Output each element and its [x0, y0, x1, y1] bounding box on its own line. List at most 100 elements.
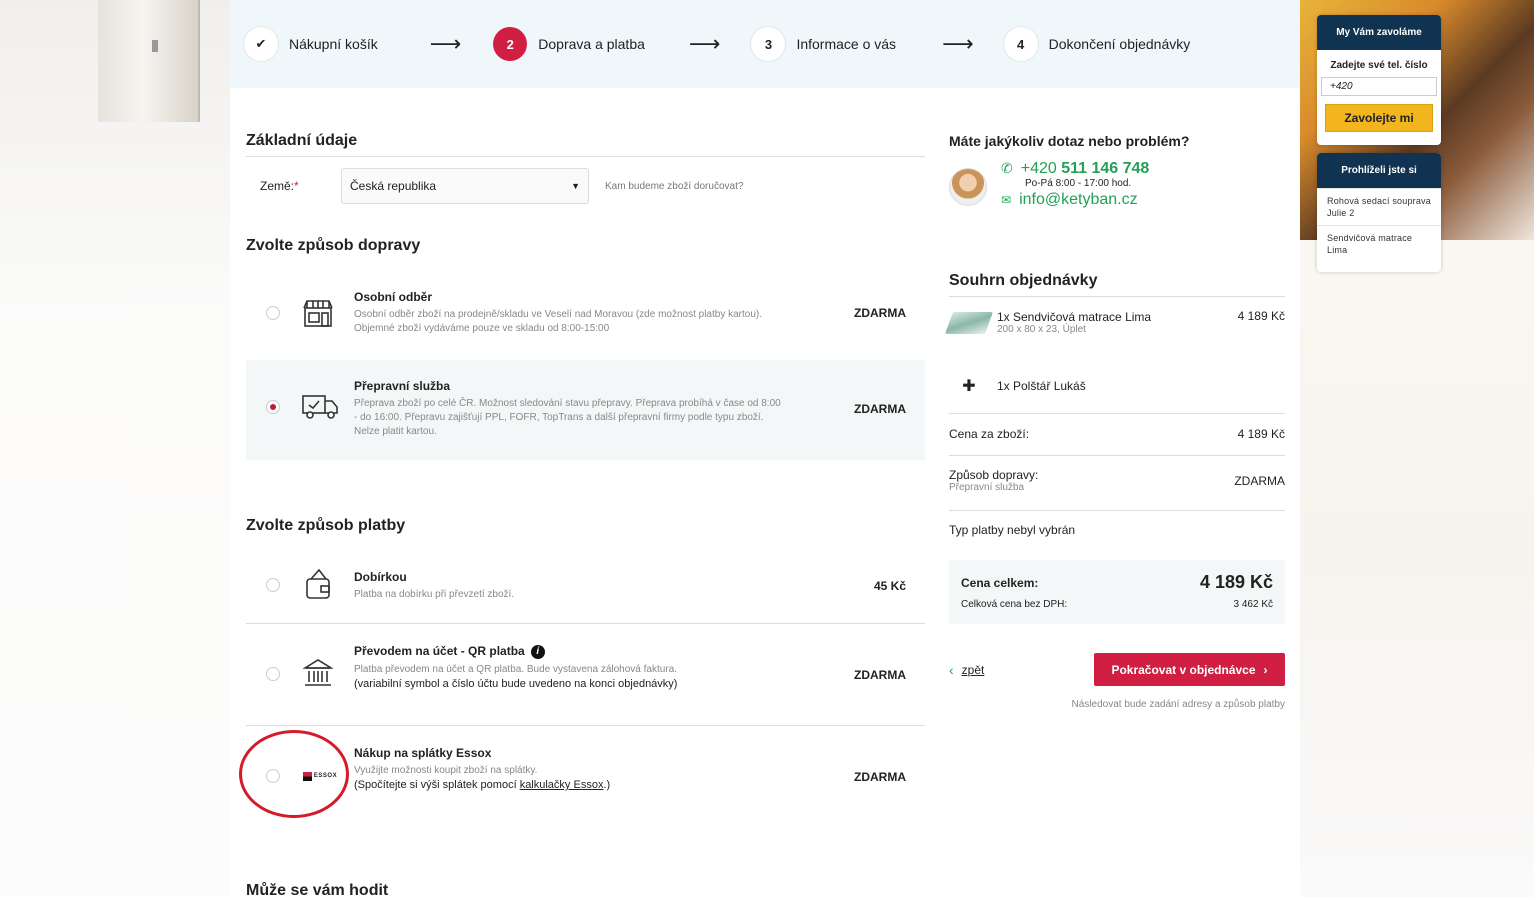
- net-row: Celková cena bez DPH: 3 462 Kč: [961, 599, 1273, 610]
- callback-widget: My Vám zavoláme Zadejte své tel. číslo +…: [1317, 15, 1441, 145]
- caret-down-icon: ▼: [571, 181, 580, 191]
- country-select-value: Česká republika: [350, 179, 437, 193]
- item-price: 4 189 Kč: [1237, 308, 1285, 323]
- option-price: ZDARMA: [854, 770, 906, 784]
- mattress-thumbnail: [944, 311, 994, 334]
- option-price: ZDARMA: [854, 402, 906, 416]
- item-name: 1x Sendvičová matrace Lima: [997, 310, 1152, 324]
- avatar: [949, 168, 987, 206]
- option-title: Dobírkou: [354, 570, 407, 584]
- total-box: Cena celkem: 4 189 Kč Celková cena bez DP…: [949, 560, 1285, 624]
- radio-pickup[interactable]: [266, 306, 280, 320]
- option-desc: Osobní odběr zboží na prodejně/skladu ve…: [354, 309, 763, 334]
- section-title-payment: Zvolte způsob platby: [246, 517, 406, 534]
- desc-text: .): [603, 779, 611, 791]
- phone-number: 511 146 748: [1061, 160, 1150, 177]
- viewed-item[interactable]: Rohová sedací souprava Julie 2: [1317, 188, 1441, 225]
- item-text: 1x Sendvičová matrace Lima 200 x 80 x 23,…: [997, 310, 1151, 335]
- option-desc-secondary: (variabilní symbol a číslo účtu bude uve…: [354, 677, 678, 690]
- option-price: ZDARMA: [854, 306, 906, 320]
- total-value: 4 189 Kč: [1199, 572, 1273, 592]
- delivery-body: Přepravní služba Přeprava zboží po celé …: [354, 379, 784, 439]
- phone-icon: ✆: [1001, 160, 1013, 176]
- summary-item: 1x Sendvičová matrace Lima 200 x 80 x 23,…: [944, 308, 1285, 335]
- dresser-image: [98, 0, 200, 122]
- back-link[interactable]: zpět: [962, 663, 985, 677]
- divider: [246, 156, 925, 157]
- payment-option-transfer[interactable]: Převodem na účet - QR platba i Platba pře…: [246, 626, 925, 724]
- section-title-basic: Základní údaje: [246, 132, 358, 149]
- goods-value: 4 189 Kč: [1237, 427, 1285, 441]
- phone-prefix: +420: [1020, 160, 1062, 177]
- section-title-more: Může se vám hodit: [246, 882, 389, 897]
- net-value: 3 462 Kč: [1233, 599, 1273, 610]
- arrow-right-icon: ⟶: [942, 31, 974, 56]
- continue-button[interactable]: Pokračovat v objednávce ›: [1094, 653, 1285, 686]
- option-title: Převodem na účet - QR platba: [354, 644, 525, 658]
- viewed-item[interactable]: Sendvičová matrace Lima: [1317, 225, 1441, 262]
- plus-icon: ✚: [962, 378, 976, 395]
- contact-title: Máte jakýkoliv dotaz nebo problém?: [949, 133, 1190, 149]
- email-line[interactable]: ✉ info@ketyban.cz: [1001, 191, 1149, 209]
- step-cart[interactable]: ✔ Nákupní košík: [244, 27, 378, 61]
- step-number: 4: [1003, 27, 1038, 61]
- step-label: Informace o vás: [796, 36, 897, 52]
- bank-icon: [300, 657, 336, 689]
- radio-cod[interactable]: [266, 578, 280, 592]
- contact-box: ✆ +420 511 146 748 Po-Pá 8:00 - 17:00 hod…: [949, 160, 1285, 209]
- country-row: Země:* Česká republika ▼ Kam budeme zboží…: [246, 168, 926, 204]
- opening-hours: Po-Pá 8:00 - 17:00 hod.: [1025, 178, 1132, 189]
- shipping-label: Způsob dopravy:: [949, 468, 1039, 482]
- country-label: Země:*: [246, 179, 341, 193]
- net-label: Celková cena bez DPH:: [961, 599, 1068, 610]
- divider: [949, 296, 1285, 297]
- callback-title: My Vám zavoláme: [1317, 15, 1441, 50]
- option-desc: Přeprava zboží po celé ČR. Možnost sledo…: [354, 398, 781, 437]
- option-desc-secondary: (Spočítejte si výši splátek pomocí kalku…: [354, 778, 814, 792]
- callback-prompt: Zadejte své tel. číslo: [1330, 60, 1428, 71]
- option-desc: Platba na dobírku při převzetí zboží.: [354, 589, 515, 600]
- summary-item: ✚ 1x Polštář Lukáš: [949, 376, 1285, 396]
- country-select[interactable]: Česká republika ▼: [341, 168, 589, 204]
- item-variant: 200 x 80 x 23, Úplet: [997, 324, 1086, 335]
- callback-phone-input[interactable]: +420: [1321, 77, 1437, 96]
- phone-line[interactable]: ✆ +420 511 146 748: [1001, 160, 1149, 178]
- checkout-main: ✔ Nákupní košík ⟶ 2 Doprava a platba ⟶ 3 In…: [230, 0, 1300, 897]
- country-label-text: Země:: [260, 179, 295, 193]
- option-price: ZDARMA: [854, 668, 906, 682]
- divider: [949, 413, 1285, 414]
- check-icon: ✔: [244, 27, 278, 61]
- step-label: Nákupní košík: [289, 36, 378, 52]
- step-number: 3: [751, 27, 786, 61]
- radio-transfer[interactable]: [266, 667, 280, 681]
- step-info: 3 Informace o vás: [751, 27, 896, 61]
- divider: [246, 725, 925, 726]
- chevron-right-icon: ›: [1263, 662, 1268, 677]
- shipping-option-pickup[interactable]: Osobní odběr Osobní odběr zboží na prode…: [246, 270, 925, 356]
- truck-icon: [300, 391, 340, 423]
- option-desc: Využijte možnosti koupit zboží na splátk…: [354, 765, 538, 776]
- info-icon[interactable]: i: [530, 644, 545, 659]
- required-mark: *: [294, 179, 299, 193]
- radio-delivery[interactable]: [266, 400, 280, 414]
- store-icon: [300, 297, 336, 329]
- essox-calculator-link[interactable]: kalkulačky Essox: [520, 779, 604, 791]
- recently-viewed-title: Prohlíželi jste si: [1317, 153, 1441, 188]
- essox-body: Nákup na splátky Essox Využijte možnosti…: [354, 746, 814, 792]
- step-shipping-payment: 2 Doprava a platba: [493, 27, 645, 61]
- recently-viewed-widget: Prohlíželi jste si Rohová sedací souprav…: [1317, 153, 1441, 272]
- country-hint: Kam budeme zboží doručovat?: [605, 180, 744, 192]
- envelope-icon: ✉: [1001, 193, 1012, 207]
- step-label: Dokončení objednávky: [1048, 36, 1191, 52]
- callback-button[interactable]: Zavolejte mi: [1325, 104, 1433, 132]
- shipping-option-delivery[interactable]: Přepravní služba Přeprava zboží po celé …: [246, 360, 925, 460]
- total-row: Cena celkem: 4 189 Kč: [961, 572, 1273, 593]
- option-title: Osobní odběr: [354, 290, 432, 304]
- nav-row: ‹ zpět Pokračovat v objednávce ›: [949, 653, 1285, 686]
- desc-text: (Spočítejte si výši splátek pomocí: [354, 779, 520, 791]
- option-title-row: Převodem na účet - QR platba i: [354, 644, 814, 659]
- checkout-steps: ✔ Nákupní košík ⟶ 2 Doprava a platba ⟶ 3 In…: [230, 0, 1300, 88]
- section-title-shipping: Zvolte způsob dopravy: [246, 237, 421, 254]
- payment-option-cod[interactable]: Dobírkou Platba na dobírku při převzetí …: [246, 550, 925, 622]
- divider: [246, 623, 925, 624]
